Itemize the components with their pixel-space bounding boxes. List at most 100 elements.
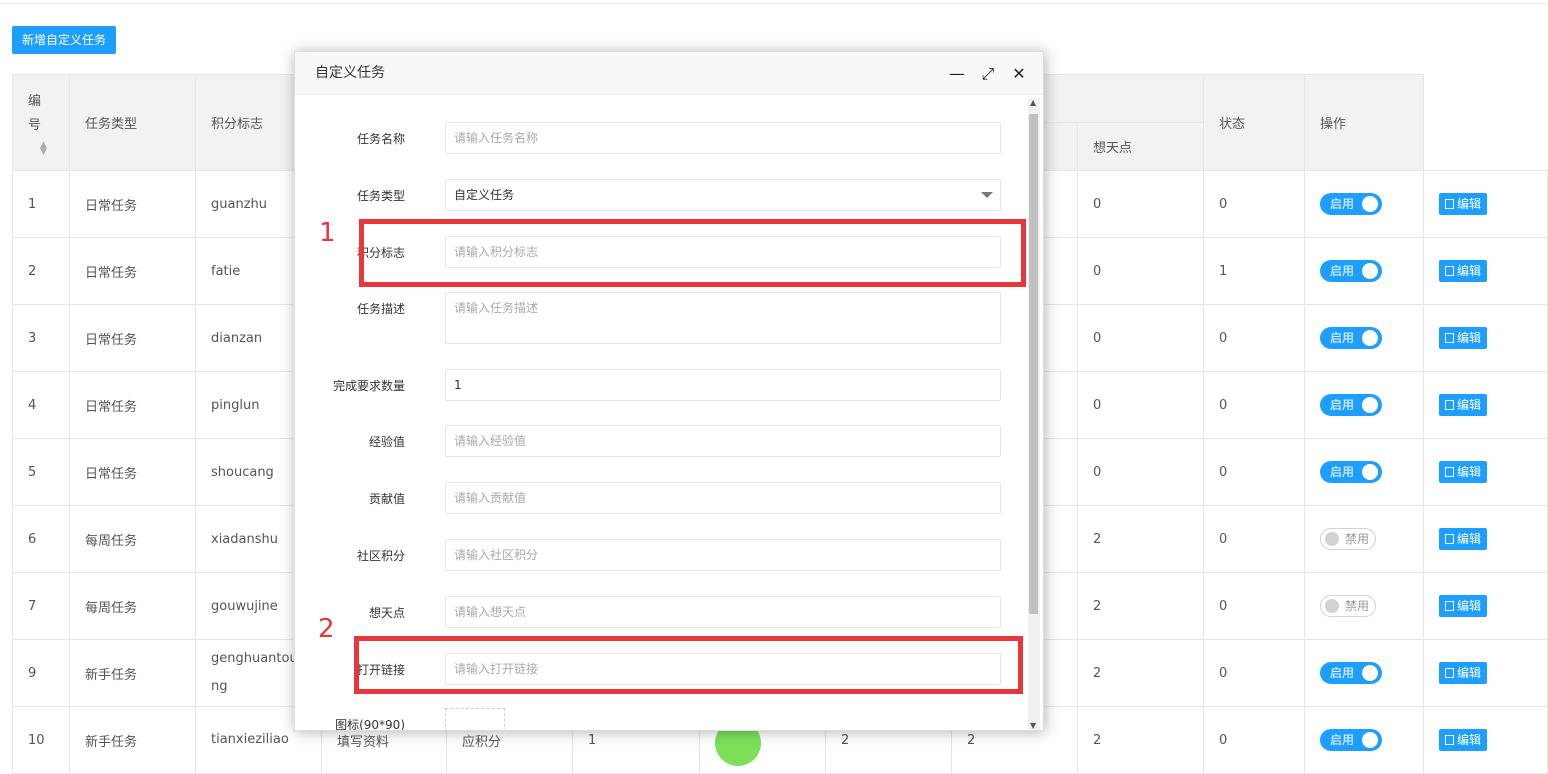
edit-icon: [1445, 333, 1455, 343]
form-input[interactable]: 1: [445, 369, 1001, 401]
status-toggle[interactable]: 禁用: [1320, 528, 1377, 550]
edit-icon: [1445, 668, 1455, 678]
cell-community: 0: [1076, 438, 1205, 506]
form-label: 完成要求数量: [332, 379, 405, 393]
cell-type: 日常任务: [69, 170, 196, 238]
status-toggle[interactable]: 启用: [1320, 729, 1383, 751]
add-custom-task-button[interactable]: 新增自定义任务: [12, 26, 116, 54]
edit-button[interactable]: 编辑: [1439, 461, 1488, 483]
edit-button[interactable]: 编辑: [1439, 193, 1488, 215]
cell-xiang: 0: [1203, 170, 1306, 238]
close-icon[interactable]: ✕: [1011, 64, 1027, 83]
form-label: 任务描述: [356, 302, 405, 316]
form-label: 贡献值: [368, 492, 405, 506]
cell-status: 启用: [1304, 438, 1425, 506]
cell-ops: 编辑: [1423, 438, 1548, 506]
cell-ops: 编辑: [1423, 371, 1548, 439]
status-toggle[interactable]: 启用: [1320, 260, 1383, 282]
status-toggle[interactable]: 启用: [1320, 327, 1383, 349]
cell-community: 2: [1076, 639, 1205, 707]
cell-id: 9: [12, 639, 70, 707]
cell-xiang: 0: [1203, 304, 1306, 372]
edit-icon: [1445, 400, 1455, 410]
form-label: 图标(90*90): [335, 718, 405, 730]
form-label: 经验值: [368, 435, 405, 449]
cell-xiang: 0: [1203, 639, 1306, 707]
status-toggle[interactable]: 禁用: [1320, 595, 1377, 617]
scroll-thumb[interactable]: [1029, 114, 1038, 614]
cell-ops: 编辑: [1423, 170, 1548, 238]
edit-button[interactable]: 编辑: [1439, 394, 1488, 416]
annotation-1: 1: [319, 218, 336, 248]
form-input[interactable]: 请输入社区积分: [445, 539, 1001, 571]
annotation-2: 2: [318, 614, 335, 644]
cell-community: 2: [1076, 706, 1205, 774]
status-toggle[interactable]: 启用: [1320, 662, 1383, 684]
edit-icon: [1445, 601, 1455, 611]
custom-task-modal: 自定义任务 — ⤢ ✕ 任务名称 请输入任务名称 任务类型 自定义任务 积分标志 请输入积…: [294, 51, 1044, 731]
cell-id: 5: [12, 438, 70, 506]
cell-type: 日常任务: [69, 304, 196, 372]
cell-id: 6: [12, 505, 70, 573]
status-toggle[interactable]: 启用: [1320, 394, 1383, 416]
status-toggle[interactable]: 启用: [1320, 193, 1383, 215]
form-input[interactable]: 请输入经验值: [445, 425, 1001, 457]
top-divider: [0, 0, 1548, 4]
col-ops-header: 操作: [1304, 74, 1425, 171]
scroll-up-icon[interactable]: ▲: [1030, 98, 1036, 107]
cell-ops: 编辑: [1423, 237, 1548, 305]
icon-upload-box[interactable]: [445, 708, 505, 730]
status-toggle[interactable]: 启用: [1320, 461, 1383, 483]
cell-type: 日常任务: [69, 438, 196, 506]
cell-status: 启用: [1304, 371, 1425, 439]
edit-icon: [1445, 534, 1455, 544]
task-type-select[interactable]: 自定义任务: [445, 179, 1001, 211]
cell-id: 1: [12, 170, 70, 238]
form-input[interactable]: 请输入任务名称: [445, 122, 1001, 154]
edit-button[interactable]: 编辑: [1439, 662, 1488, 684]
cell-community: 0: [1076, 170, 1205, 238]
cell-ops: 编辑: [1423, 639, 1548, 707]
cell-type: 新手任务: [69, 639, 196, 707]
cell-community: 2: [1076, 505, 1205, 573]
maximize-icon[interactable]: ⤢: [980, 64, 996, 84]
minimize-icon[interactable]: —: [949, 64, 965, 83]
cell-status: 启用: [1304, 170, 1425, 238]
cell-id: 4: [12, 371, 70, 439]
cell-xiang: 0: [1203, 371, 1306, 439]
cell-status: 启用: [1304, 706, 1425, 774]
cell-ops: 编辑: [1423, 572, 1548, 640]
edit-button[interactable]: 编辑: [1439, 729, 1488, 751]
edit-icon: [1445, 467, 1455, 477]
edit-button[interactable]: 编辑: [1439, 528, 1488, 550]
modal-scrollbar[interactable]: ▲ ▼: [1028, 98, 1040, 730]
edit-button[interactable]: 编辑: [1439, 260, 1488, 282]
edit-button[interactable]: 编辑: [1439, 327, 1488, 349]
cell-type: 每周任务: [69, 505, 196, 573]
form-input[interactable]: 请输入想天点: [445, 596, 1001, 628]
cell-ops: 编辑: [1423, 706, 1548, 774]
scroll-down-icon[interactable]: ▼: [1030, 721, 1036, 730]
modal-header: 自定义任务 — ⤢ ✕: [295, 52, 1043, 95]
cell-status: 禁用: [1304, 572, 1425, 640]
cell-xiang: 0: [1203, 505, 1306, 573]
col-type-header: 任务类型: [69, 74, 196, 171]
sort-icon[interactable]: ▲ ▼: [40, 140, 52, 156]
highlight-box-2: [354, 636, 1023, 694]
highlight-box-1: [359, 219, 1026, 287]
cell-xiang: 0: [1203, 706, 1306, 774]
cell-xiang: 1: [1203, 237, 1306, 305]
cell-type: 新手任务: [69, 706, 196, 774]
edit-button[interactable]: 编辑: [1439, 595, 1488, 617]
cell-ops: 编辑: [1423, 304, 1548, 372]
cell-type: 日常任务: [69, 371, 196, 439]
cell-type: 每周任务: [69, 572, 196, 640]
cell-status: 禁用: [1304, 505, 1425, 573]
cell-type: 日常任务: [69, 237, 196, 305]
col-id-header[interactable]: 编号 ▲ ▼: [12, 74, 70, 171]
form-label: 任务名称: [356, 132, 405, 146]
task-desc-textarea[interactable]: 请输入任务描述: [445, 292, 1001, 344]
cell-status: 启用: [1304, 639, 1425, 707]
select-arrow-icon[interactable]: [981, 192, 993, 198]
form-input[interactable]: 请输入贡献值: [445, 482, 1001, 514]
